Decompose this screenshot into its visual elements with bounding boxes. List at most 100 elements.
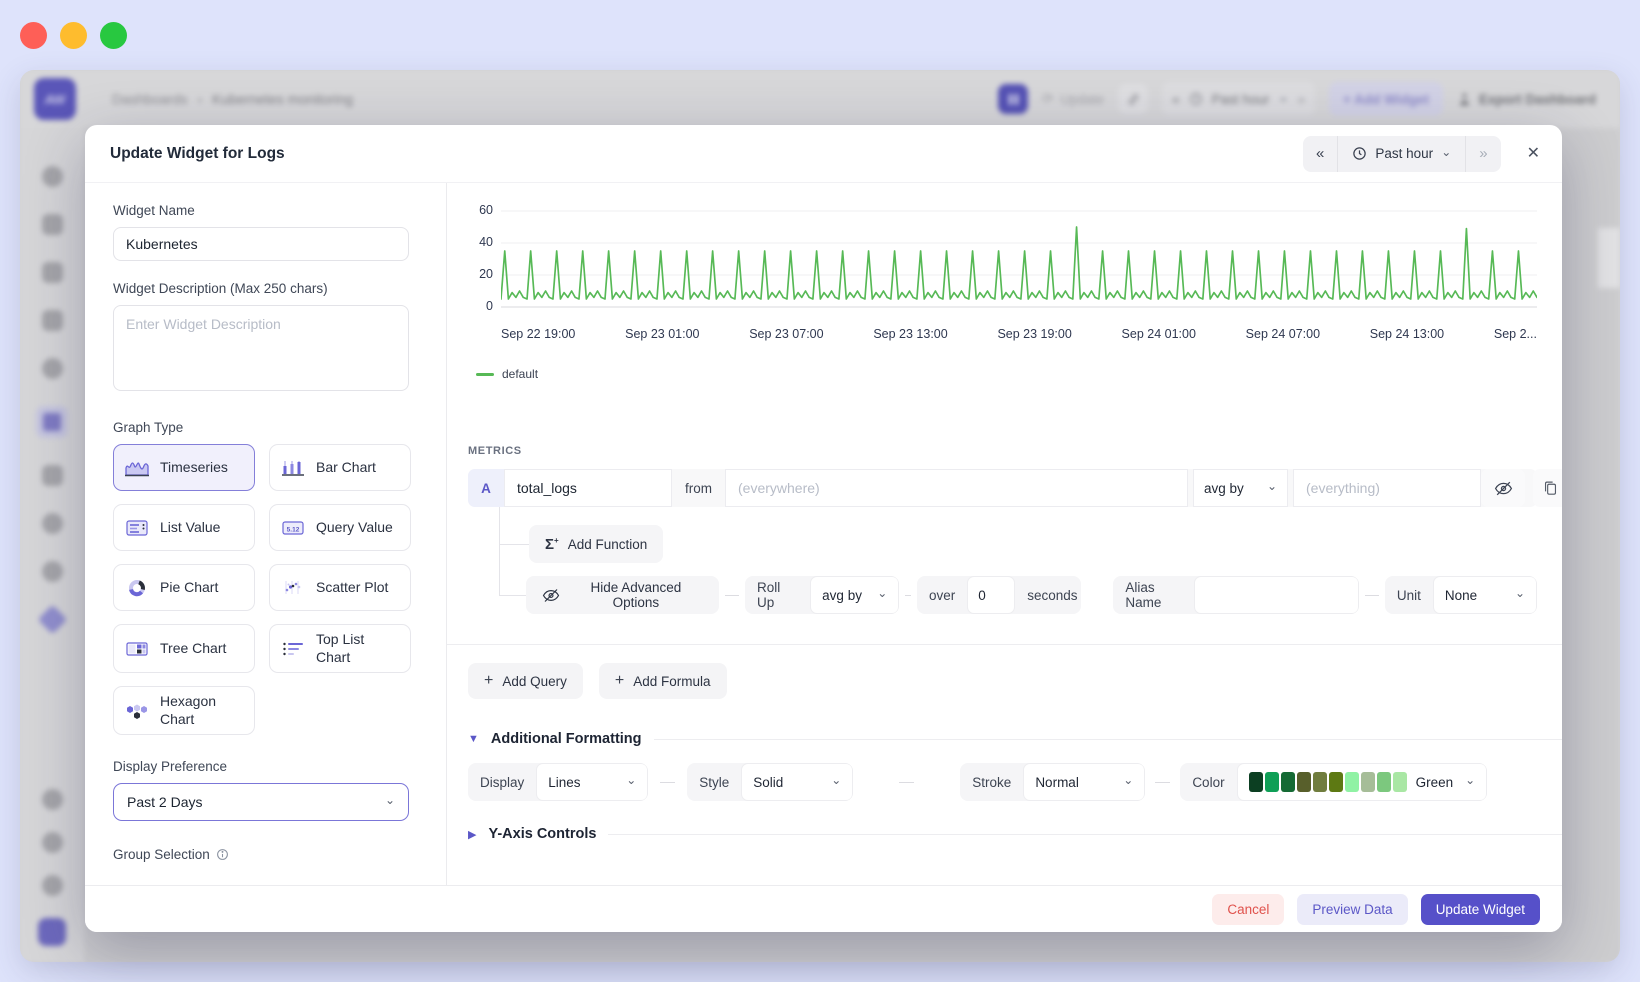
minimize-window-button[interactable] bbox=[60, 22, 87, 49]
group-by-input[interactable] bbox=[1293, 469, 1481, 507]
chevron-down-icon: ⌄ bbox=[1441, 146, 1451, 158]
share-link-button[interactable] bbox=[1118, 84, 1148, 114]
time-range-select[interactable]: Past hour ⌄ bbox=[1337, 136, 1466, 172]
graph-type-label: Scatter Plot bbox=[316, 579, 388, 597]
query-value-icon: 5.12 bbox=[280, 518, 306, 538]
time-next-icon[interactable]: » bbox=[1297, 92, 1305, 107]
update-button[interactable]: ⟳ Update bbox=[1042, 91, 1104, 107]
stroke-label: Stroke bbox=[960, 763, 1023, 801]
graph-type-tree-chart[interactable]: Tree Chart bbox=[113, 624, 255, 673]
hide-advanced-options-button[interactable]: Hide Advanced Options bbox=[526, 576, 719, 614]
refresh-icon: ⟳ bbox=[1042, 91, 1053, 107]
breadcrumb-separator: › bbox=[198, 91, 203, 107]
metric-name-input[interactable] bbox=[504, 469, 672, 507]
chevron-down-icon: ⌄ bbox=[877, 587, 887, 599]
graph-type-scatter-plot[interactable]: Scatter Plot bbox=[269, 564, 411, 611]
additional-formatting-header[interactable]: ▼ Additional Formatting bbox=[468, 731, 1537, 747]
graph-type-bar-chart[interactable]: Bar Chart bbox=[269, 444, 411, 491]
add-query-button[interactable]: + Add Query bbox=[468, 663, 583, 699]
rollup-interval-input[interactable] bbox=[967, 576, 1015, 614]
aggregation-select[interactable]: avg by ⌄ bbox=[1193, 469, 1288, 507]
graph-type-query-value[interactable]: 5.12Query Value bbox=[269, 504, 411, 551]
over-label: over bbox=[917, 576, 967, 614]
app-sidebar bbox=[20, 128, 84, 962]
billing-icon[interactable] bbox=[42, 513, 63, 534]
color-swatch bbox=[1313, 772, 1327, 792]
chevron-down-icon: ⌄ bbox=[831, 774, 841, 786]
chevron-down-icon: ⌄ bbox=[1515, 587, 1525, 599]
color-swatch bbox=[1393, 772, 1407, 792]
filter-input[interactable] bbox=[725, 469, 1188, 507]
time-range-picker[interactable]: « Past hour ⌄ » bbox=[1162, 82, 1315, 116]
add-function-button[interactable]: Σ+ Add Function bbox=[529, 525, 663, 563]
x-tick-label: Sep 23 01:00 bbox=[625, 327, 699, 341]
gear-icon[interactable] bbox=[42, 875, 63, 896]
time-shift-forward-button[interactable]: » bbox=[1466, 136, 1500, 172]
link-icon bbox=[1126, 92, 1141, 107]
seconds-label: seconds bbox=[1015, 576, 1081, 614]
document-icon[interactable] bbox=[42, 310, 63, 331]
preview-data-button[interactable]: Preview Data bbox=[1297, 894, 1407, 925]
add-formula-button[interactable]: + Add Formula bbox=[599, 663, 727, 699]
alias-control: Alias Name bbox=[1113, 576, 1358, 614]
app-logo[interactable]: AW bbox=[34, 78, 76, 120]
color-swatch bbox=[1281, 772, 1295, 792]
add-widget-button[interactable]: + Add Widget bbox=[1329, 82, 1443, 116]
graph-type-timeseries[interactable]: Timeseries bbox=[113, 444, 255, 491]
graph-type-list-value[interactable]: List Value bbox=[113, 504, 255, 551]
deployments-icon[interactable] bbox=[42, 465, 63, 486]
help-icon[interactable] bbox=[42, 832, 63, 853]
toggle-query-visibility-button[interactable] bbox=[1481, 469, 1525, 507]
bell-icon[interactable] bbox=[42, 789, 63, 810]
y-axis-controls-header[interactable]: ▶ Y-Axis Controls bbox=[468, 826, 1537, 842]
close-icon[interactable]: ✕ bbox=[1527, 146, 1540, 162]
color-swatch bbox=[1361, 772, 1375, 792]
color-swatch bbox=[1249, 772, 1263, 792]
app-topbar: AW Dashboards › Kubernetes monitoring ⟳ … bbox=[20, 70, 1620, 128]
widget-name-input[interactable] bbox=[113, 227, 409, 261]
display-select[interactable]: Lines ⌄ bbox=[536, 763, 648, 801]
home-icon[interactable] bbox=[42, 166, 63, 187]
color-select[interactable]: Green ⌄ bbox=[1237, 763, 1488, 801]
scatter-plot-icon bbox=[280, 578, 306, 598]
rollup-select[interactable]: avg by ⌄ bbox=[810, 576, 899, 614]
color-swatch bbox=[1329, 772, 1343, 792]
stroke-select[interactable]: Normal ⌄ bbox=[1023, 763, 1145, 801]
plus-icon: + bbox=[484, 673, 493, 689]
advanced-options-row: Hide Advanced Options Roll Up avg by ⌄ o… bbox=[526, 576, 1537, 614]
user-avatar[interactable] bbox=[38, 918, 66, 946]
graph-type-top-list-chart[interactable]: Top List Chart bbox=[269, 624, 411, 673]
graph-type-label: List Value bbox=[160, 519, 220, 537]
time-shift-back-button[interactable]: « bbox=[1303, 136, 1337, 172]
close-window-button[interactable] bbox=[20, 22, 47, 49]
export-dashboard-button[interactable]: Export Dashboard bbox=[1457, 92, 1596, 107]
compass-icon[interactable] bbox=[42, 358, 63, 379]
graph-type-pie-chart[interactable]: Pie Chart bbox=[113, 564, 255, 611]
widget-description-input[interactable] bbox=[113, 305, 409, 391]
style-select[interactable]: Solid ⌄ bbox=[741, 763, 853, 801]
tags-icon[interactable] bbox=[42, 214, 63, 235]
display-preference-select[interactable]: Past 2 Days ⌄ bbox=[113, 783, 409, 821]
chat-icon[interactable] bbox=[42, 262, 63, 283]
time-prev-icon[interactable]: « bbox=[1172, 92, 1180, 107]
settings-icon[interactable] bbox=[42, 561, 63, 582]
copy-query-button[interactable] bbox=[1533, 469, 1562, 507]
maximize-window-button[interactable] bbox=[100, 22, 127, 49]
bar-chart-icon bbox=[280, 458, 306, 478]
modal-footer: Cancel Preview Data Update Widget bbox=[85, 885, 1562, 932]
dashboards-icon[interactable] bbox=[36, 406, 68, 438]
metrics-section-label: METRICS bbox=[468, 445, 1537, 457]
unit-select[interactable]: None ⌄ bbox=[1433, 576, 1537, 614]
legend-label: default bbox=[502, 367, 538, 381]
graph-type-hexagon-chart[interactable]: Hexagon Chart bbox=[113, 686, 255, 735]
update-widget-button[interactable]: Update Widget bbox=[1421, 894, 1540, 925]
y-tick-label: 20 bbox=[479, 267, 493, 281]
cancel-button[interactable]: Cancel bbox=[1212, 894, 1284, 925]
pause-refresh-button[interactable] bbox=[998, 84, 1028, 114]
timeseries-chart: 6040200 bbox=[468, 201, 1537, 313]
breadcrumb: Dashboards › Kubernetes monitoring bbox=[112, 91, 353, 107]
breadcrumb-section[interactable]: Dashboards bbox=[112, 91, 188, 107]
y-tick-label: 60 bbox=[479, 203, 493, 217]
alias-name-input[interactable] bbox=[1194, 576, 1359, 614]
integrations-icon[interactable] bbox=[37, 605, 67, 635]
